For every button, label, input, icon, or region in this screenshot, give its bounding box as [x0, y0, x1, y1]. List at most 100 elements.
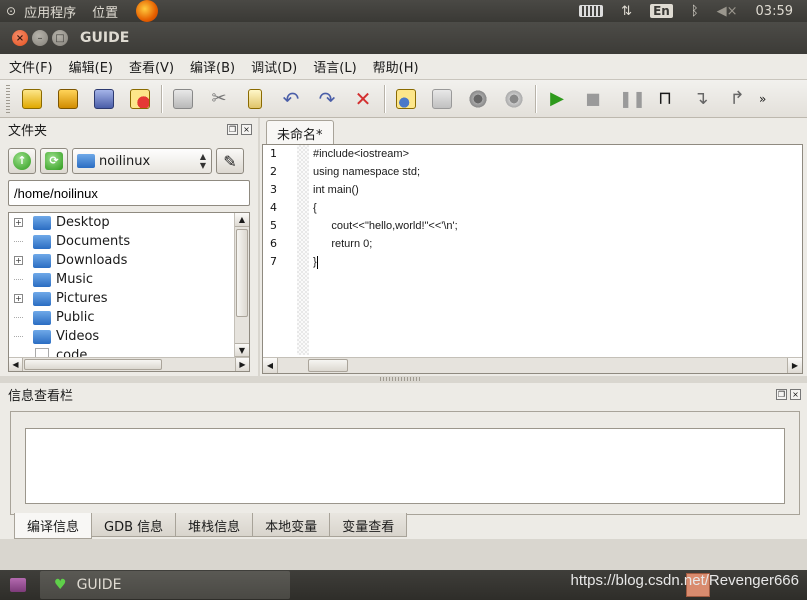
- tab-untitled[interactable]: 未命名*: [266, 120, 334, 144]
- debug-pause-button[interactable]: ❚❚: [615, 85, 646, 113]
- folder-icon: [33, 291, 51, 306]
- folder-select[interactable]: noilinux ▲ ▼: [72, 148, 212, 174]
- menu-language[interactable]: 语言(L): [304, 57, 363, 76]
- undo-button[interactable]: ↶: [277, 85, 305, 113]
- clock[interactable]: 03:59: [756, 4, 793, 19]
- line-number: 1: [270, 147, 277, 160]
- dock-close-icon[interactable]: ×: [241, 123, 252, 135]
- build-button[interactable]: [464, 85, 492, 113]
- tab-local-variables[interactable]: 本地变量: [252, 513, 331, 537]
- scroll-left-icon[interactable]: ◀: [9, 358, 23, 371]
- tree-item-label: Documents: [56, 234, 131, 249]
- bluetooth-icon[interactable]: ᛒ: [691, 4, 699, 19]
- window-maximize-button[interactable]: □: [52, 30, 68, 46]
- code-editor[interactable]: 1 2 3 4 5 6 7 #include<iostream> using n…: [262, 144, 803, 374]
- step-out-button[interactable]: ↱: [723, 85, 751, 113]
- tree-item-public[interactable]: Public: [9, 308, 249, 327]
- tree-item-pictures[interactable]: + Pictures: [9, 289, 249, 308]
- firefox-icon[interactable]: [136, 0, 159, 22]
- dock-close-icon[interactable]: ×: [790, 388, 801, 400]
- line-number: 3: [270, 183, 277, 196]
- scroll-left-icon[interactable]: ◀: [263, 358, 278, 373]
- toolbar-grip[interactable]: [6, 84, 10, 113]
- input-language-indicator[interactable]: En: [650, 4, 673, 18]
- menu-debug[interactable]: 调试(D): [242, 57, 304, 76]
- dock-float-icon[interactable]: ❐: [776, 388, 787, 400]
- ubuntu-menu-icon[interactable]: ⊙: [6, 4, 16, 18]
- network-icon[interactable]: ⇅: [621, 4, 632, 19]
- tab-stack-info[interactable]: 堆栈信息: [175, 513, 254, 537]
- menu-help[interactable]: 帮助(H): [364, 57, 426, 76]
- build-run-button[interactable]: [500, 85, 528, 113]
- menu-build[interactable]: 编译(B): [181, 57, 242, 76]
- tree-item-documents[interactable]: Documents: [9, 232, 249, 251]
- scroll-down-icon[interactable]: ▼: [235, 343, 249, 357]
- expand-icon[interactable]: +: [14, 294, 23, 303]
- compile-button[interactable]: [392, 85, 420, 113]
- tab-gdb-info[interactable]: GDB 信息: [91, 513, 177, 537]
- info-panel-header: 信息查看栏 ❐ ×: [0, 383, 807, 405]
- editor-horizontal-scrollbar[interactable]: ◀ ▶: [263, 357, 802, 373]
- cut-button[interactable]: ✂: [205, 85, 233, 113]
- taskbar-app-guide[interactable]: ♥ GUIDE: [40, 571, 290, 599]
- menu-file[interactable]: 文件(F): [0, 57, 60, 76]
- options-button[interactable]: ✕: [349, 85, 377, 113]
- volume-muted-icon[interactable]: ◀×: [717, 4, 738, 19]
- panel-splitter-handle[interactable]: [380, 377, 420, 381]
- scroll-thumb[interactable]: [308, 359, 348, 372]
- step-over-button[interactable]: ⊓: [651, 85, 679, 113]
- stop-icon: ■: [585, 88, 601, 108]
- bookmark-button[interactable]: ✎: [216, 148, 244, 174]
- step-out-icon: ↱: [729, 87, 745, 109]
- scroll-thumb[interactable]: [236, 229, 248, 317]
- compile-output-area[interactable]: [25, 428, 785, 504]
- dock-controls: ❐ ×: [227, 123, 258, 135]
- undo-icon: ↶: [282, 86, 300, 111]
- paste-button[interactable]: [241, 85, 269, 113]
- copy-button[interactable]: [169, 85, 197, 113]
- system-top-bar: ⊙ 应用程序 位置 ⇅ En ᛒ ◀× 03:59: [0, 0, 807, 22]
- window-minimize-button[interactable]: –: [32, 30, 48, 46]
- dock-float-icon[interactable]: ❐: [227, 123, 238, 135]
- new-file-button[interactable]: [18, 85, 46, 113]
- code-lines[interactable]: #include<iostream> using namespace std; …: [313, 145, 458, 271]
- tab-compile-info[interactable]: 编译信息: [14, 513, 93, 539]
- tree-vertical-scrollbar[interactable]: ▲ ▼: [234, 213, 249, 357]
- show-desktop-icon[interactable]: [10, 578, 26, 592]
- save-button[interactable]: [90, 85, 118, 113]
- tree-item-downloads[interactable]: + Downloads: [9, 251, 249, 270]
- expand-icon[interactable]: +: [14, 256, 23, 265]
- redo-button[interactable]: ↷: [313, 85, 341, 113]
- sync-button[interactable]: ⟳: [40, 148, 68, 174]
- menu-edit[interactable]: 编辑(E): [60, 57, 120, 76]
- play-icon: ▶: [550, 87, 564, 109]
- tree-item-videos[interactable]: Videos: [9, 327, 249, 346]
- go-up-button[interactable]: ↑: [8, 148, 36, 174]
- window-close-button[interactable]: ×: [12, 30, 28, 46]
- expand-icon[interactable]: +: [14, 218, 23, 227]
- menu-view[interactable]: 查看(V): [120, 57, 181, 76]
- applications-menu[interactable]: 应用程序: [16, 2, 84, 21]
- tree-item-desktop[interactable]: + Desktop: [9, 213, 249, 232]
- scroll-right-icon[interactable]: ▶: [787, 358, 802, 373]
- toolbar-overflow-button[interactable]: »: [759, 92, 766, 106]
- close-file-button[interactable]: [126, 85, 154, 113]
- tree-item-music[interactable]: Music: [9, 270, 249, 289]
- scroll-thumb[interactable]: [24, 359, 162, 370]
- places-menu[interactable]: 位置: [84, 2, 126, 21]
- path-input[interactable]: [8, 180, 250, 206]
- debug-stop-button[interactable]: ■: [579, 85, 607, 113]
- compile-all-button[interactable]: [428, 85, 456, 113]
- step-into-button[interactable]: ↴: [687, 85, 715, 113]
- debug-start-button[interactable]: ▶: [543, 85, 571, 113]
- tree-horizontal-scrollbar[interactable]: ◀ ▶: [9, 357, 249, 371]
- open-file-button[interactable]: [54, 85, 82, 113]
- up-arrow-icon: ↑: [13, 152, 31, 170]
- scroll-right-icon[interactable]: ▶: [235, 358, 249, 371]
- tree-line: [14, 336, 23, 337]
- tab-watch-variables[interactable]: 变量查看: [329, 513, 408, 537]
- keyboard-icon[interactable]: [579, 5, 604, 17]
- tree-line: [14, 241, 23, 242]
- fold-margin[interactable]: [297, 145, 309, 355]
- scroll-up-icon[interactable]: ▲: [235, 213, 249, 227]
